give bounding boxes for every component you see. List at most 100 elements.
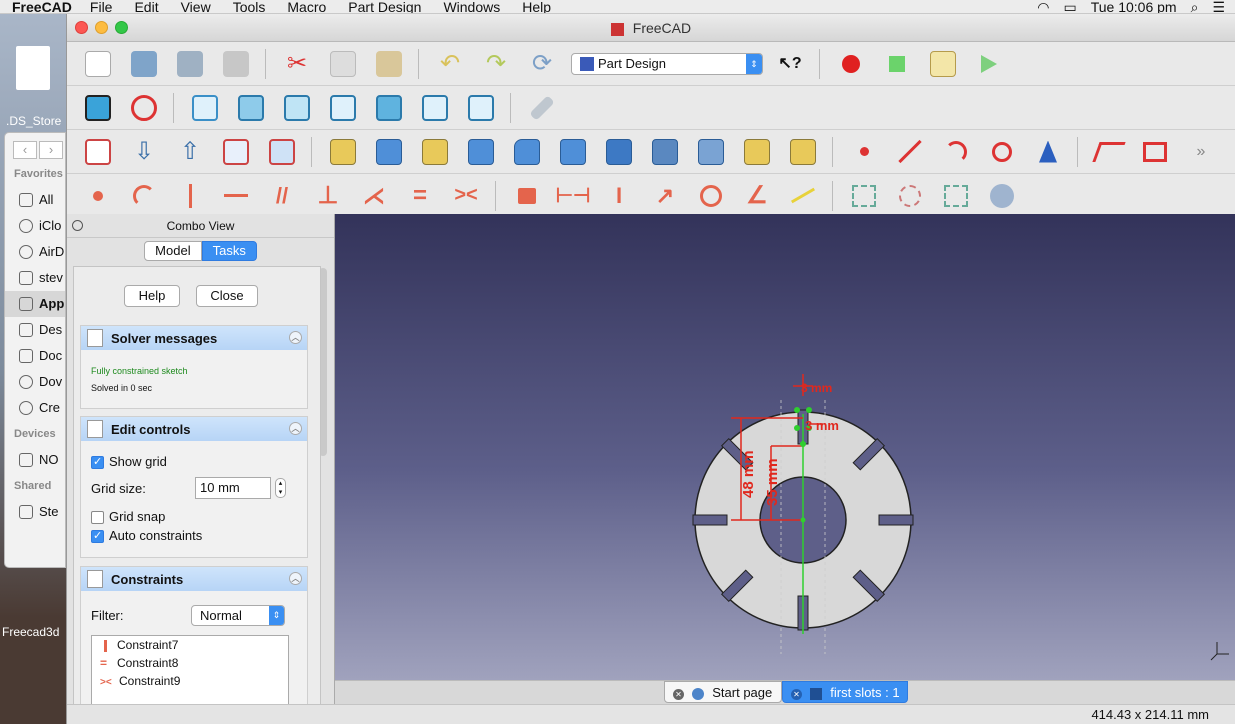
create-circle-button[interactable] bbox=[985, 135, 1019, 169]
sidebar-item-applications[interactable]: App bbox=[5, 291, 65, 317]
constrain-point-on-object-button[interactable] bbox=[127, 179, 161, 213]
filter-select[interactable]: Normal ⇕ bbox=[191, 605, 285, 626]
sidebar-item-airdrop[interactable]: AirD bbox=[5, 239, 65, 265]
more-tools-button[interactable]: » bbox=[1184, 135, 1218, 169]
collapse-icon[interactable]: ︿ bbox=[289, 331, 302, 344]
dimension-top[interactable]: 3 mm bbox=[801, 381, 832, 395]
close-tab-icon[interactable]: ✕ bbox=[791, 689, 802, 700]
cut-button[interactable]: ✂ bbox=[280, 47, 314, 81]
close-window-button[interactable] bbox=[75, 21, 88, 34]
polar-pattern-button[interactable] bbox=[740, 135, 774, 169]
pocket-button[interactable] bbox=[372, 135, 406, 169]
create-arc-button[interactable] bbox=[939, 135, 973, 169]
search-icon[interactable]: ⌕ bbox=[1191, 0, 1199, 13]
draw-style-button[interactable] bbox=[127, 91, 161, 125]
help-button[interactable]: Help bbox=[124, 285, 180, 307]
stop-macro-button[interactable] bbox=[880, 47, 914, 81]
constrain-snell-button[interactable] bbox=[786, 179, 820, 213]
menu-part-design[interactable]: Part Design bbox=[348, 0, 421, 13]
tab-start-page[interactable]: ✕ Start page bbox=[664, 681, 782, 703]
tab-tasks[interactable]: Tasks bbox=[201, 241, 257, 261]
constrain-horizontal-button[interactable] bbox=[219, 179, 253, 213]
create-sketch-button[interactable] bbox=[81, 135, 115, 169]
sidebar-item-downloads[interactable]: Dov bbox=[5, 369, 65, 395]
list-item[interactable]: >< Constraint9 bbox=[92, 672, 288, 690]
view-left-button[interactable] bbox=[464, 91, 498, 125]
print-button[interactable] bbox=[219, 47, 253, 81]
chamfer-button[interactable] bbox=[556, 135, 590, 169]
edit-macro-button[interactable] bbox=[926, 47, 960, 81]
menu-file[interactable]: File bbox=[90, 0, 113, 13]
fillet-button[interactable] bbox=[510, 135, 544, 169]
open-button[interactable] bbox=[127, 47, 161, 81]
collapse-icon[interactable]: ︿ bbox=[289, 422, 302, 435]
redo-button[interactable]: ↷ bbox=[479, 47, 513, 81]
paste-button[interactable] bbox=[372, 47, 406, 81]
constrain-coincident-button[interactable] bbox=[81, 179, 115, 213]
multitransform-button[interactable] bbox=[786, 135, 820, 169]
mirrored-button[interactable] bbox=[648, 135, 682, 169]
dimension-side[interactable]: 3 mm bbox=[805, 418, 839, 433]
dimension-48[interactable]: 48 mm bbox=[740, 450, 757, 498]
create-conic-button[interactable] bbox=[1031, 135, 1065, 169]
record-macro-button[interactable] bbox=[834, 47, 868, 81]
menu-macro[interactable]: Macro bbox=[287, 0, 326, 13]
wifi-icon[interactable]: ◠ bbox=[1037, 0, 1049, 13]
dimension-35[interactable]: 35 mm bbox=[764, 458, 781, 506]
new-button[interactable] bbox=[81, 47, 115, 81]
3d-view[interactable]: 48 mm 35 mm 3 mm 3 mm bbox=[335, 214, 1235, 680]
constrain-vertical-button[interactable] bbox=[173, 179, 207, 213]
constrain-radius-button[interactable] bbox=[694, 179, 728, 213]
constrain-parallel-button[interactable]: // bbox=[265, 179, 299, 213]
close-tab-icon[interactable]: ✕ bbox=[673, 689, 684, 700]
map-sketch-button[interactable] bbox=[265, 135, 299, 169]
measure-button[interactable] bbox=[525, 91, 559, 125]
sidebar-item-icloud[interactable]: iClo bbox=[5, 213, 65, 239]
solver-messages-header[interactable]: Solver messages ︿ bbox=[81, 326, 307, 350]
create-polyline-button[interactable] bbox=[1092, 135, 1126, 169]
sidebar-item-creative[interactable]: Cre bbox=[5, 395, 65, 421]
grid-size-field[interactable]: 10 mm bbox=[195, 477, 271, 499]
fit-all-button[interactable] bbox=[81, 91, 115, 125]
constrain-tangent-button[interactable]: ⋌ bbox=[357, 179, 391, 213]
view-rear-button[interactable] bbox=[372, 91, 406, 125]
menu-tools[interactable]: Tools bbox=[233, 0, 266, 13]
menu-edit[interactable]: Edit bbox=[134, 0, 158, 13]
constrain-horizontal-distance-button[interactable]: ⊢⊣ bbox=[556, 179, 591, 213]
sidebar-item-all[interactable]: All bbox=[5, 187, 65, 213]
view-isometric-button[interactable] bbox=[188, 91, 222, 125]
list-item[interactable]: Constraint7 bbox=[92, 636, 288, 654]
clock[interactable]: Tue 10:06 pm bbox=[1091, 0, 1177, 13]
undo-button[interactable]: ↶ bbox=[433, 47, 467, 81]
groove-button[interactable] bbox=[464, 135, 498, 169]
draft-button[interactable] bbox=[602, 135, 636, 169]
tab-first-slots[interactable]: ✕ first slots : 1 bbox=[782, 681, 908, 703]
pad-button[interactable] bbox=[326, 135, 360, 169]
constrain-lock-button[interactable] bbox=[510, 179, 544, 213]
whats-this-button[interactable]: ↖? bbox=[773, 47, 807, 81]
view-bottom-button[interactable] bbox=[418, 91, 452, 125]
undock-icon[interactable] bbox=[72, 220, 83, 231]
view-sketch-button[interactable] bbox=[219, 135, 253, 169]
revolution-button[interactable] bbox=[418, 135, 452, 169]
list-icon[interactable]: ☰ bbox=[1212, 0, 1225, 13]
view-front-button[interactable] bbox=[234, 91, 268, 125]
view-top-button[interactable] bbox=[280, 91, 314, 125]
menu-windows[interactable]: Windows bbox=[443, 0, 500, 13]
forward-button[interactable]: › bbox=[39, 141, 63, 159]
copy-button[interactable] bbox=[326, 47, 360, 81]
constrain-perpendicular-button[interactable]: ⊥ bbox=[311, 179, 345, 213]
edit-controls-header[interactable]: Edit controls ︿ bbox=[81, 417, 307, 441]
grid-snap-checkbox[interactable] bbox=[91, 511, 104, 525]
menu-view[interactable]: View bbox=[181, 0, 211, 13]
run-macro-button[interactable] bbox=[972, 47, 1006, 81]
linear-pattern-button[interactable] bbox=[694, 135, 728, 169]
app-menu[interactable]: FreeCAD bbox=[12, 0, 72, 13]
create-rectangle-button[interactable] bbox=[1138, 135, 1172, 169]
constrain-equal-button[interactable]: = bbox=[403, 179, 437, 213]
show-grid-checkbox[interactable] bbox=[91, 455, 104, 470]
desktop-file-label[interactable]: .DS_Store bbox=[6, 114, 61, 128]
menu-help[interactable]: Help bbox=[522, 0, 551, 13]
file-icon[interactable] bbox=[16, 46, 50, 90]
auto-constraints-checkbox[interactable] bbox=[91, 529, 104, 544]
